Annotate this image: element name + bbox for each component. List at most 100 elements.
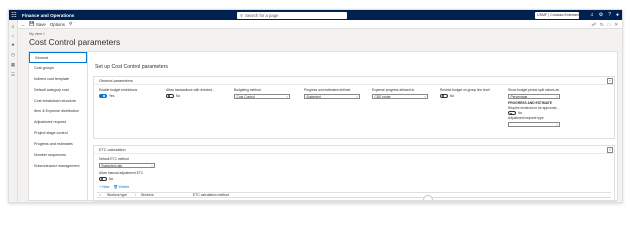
restrict-budget-toggle[interactable]: No	[440, 93, 490, 98]
enable-budget-label: Enable budget restrictions	[99, 88, 138, 92]
enable-budget-toggle[interactable]: Yes	[99, 93, 137, 98]
budgeting-method-select[interactable]: Cost Control ˅	[234, 93, 290, 99]
toggle-switch[interactable]	[99, 176, 107, 181]
view-selector[interactable]: My view ˅	[29, 32, 45, 36]
chevron-down-icon: ˅	[556, 122, 558, 127]
top-icons: ♫ ⚙ ? ●	[590, 10, 619, 20]
close-icon[interactable]: ✕	[614, 22, 618, 28]
view-selector-label: My view	[29, 32, 42, 36]
recent-icon[interactable]: ◷	[11, 52, 15, 58]
user-icon[interactable]: ●	[616, 12, 619, 18]
chevron-down-icon: ˅	[356, 94, 358, 99]
navigation-rail: ≡ ⌂ ★ ◷ ▦ ☰	[9, 20, 18, 202]
select-all-checkbox[interactable]: ○	[99, 193, 101, 198]
restrict-budget-field: Restrict budget on group line level No	[440, 88, 490, 98]
vertical-tabs: General Cost groups Indirect cost templa…	[29, 52, 88, 200]
favorites-icon[interactable]: ★	[11, 42, 15, 48]
delete-button[interactable]: 🗑 Delete	[113, 185, 129, 189]
home-icon[interactable]: ⌂	[12, 33, 15, 38]
restrict-budget-label: Restrict budget on group line level	[440, 88, 490, 92]
app-window: ☷ Finance and Operations ⚲ Search for a …	[8, 9, 623, 203]
tab-cost-groups[interactable]: Cost groups	[29, 63, 87, 74]
chevron-down-icon: ˅	[424, 94, 426, 99]
default-etc-method-field: Default ETC method Budgeted rate ˅	[99, 157, 155, 168]
allow-direct-field: Allow transactions with directed... No	[166, 88, 215, 98]
bell-icon[interactable]: ♫	[590, 12, 594, 18]
popout-icon[interactable]: □	[608, 22, 611, 27]
new-label: New	[102, 185, 110, 189]
find-icon[interactable]: ⚲	[69, 21, 72, 27]
tab-item-expense-distribution[interactable]: Item & Expense distribution	[29, 106, 87, 117]
new-button[interactable]: + New	[99, 185, 109, 189]
allow-direct-toggle[interactable]: No	[166, 93, 215, 98]
options-button[interactable]: Options	[50, 22, 65, 27]
default-etc-method-select[interactable]: Budgeted rate ˅	[99, 162, 155, 168]
save-label: Save	[35, 21, 46, 27]
modules-icon[interactable]: ☰	[11, 72, 15, 78]
scroll-handle[interactable]	[423, 195, 433, 200]
main-panel: Set up Cost Control parameters General p…	[93, 52, 617, 202]
hamburger-icon[interactable]: ≡	[12, 24, 15, 29]
progress-defined-select[interactable]: Budgeted ˅	[304, 93, 360, 99]
allow-direct-label: Allow transactions with directed...	[166, 88, 215, 92]
toggle-value: No	[176, 93, 181, 98]
toggle-switch[interactable]	[166, 93, 174, 98]
tab-number-sequences[interactable]: Number sequences	[29, 150, 87, 161]
workspaces-icon[interactable]: ▦	[11, 62, 15, 68]
chevron-up-icon[interactable]: ˄	[607, 147, 613, 153]
save-button[interactable]: 💾 Save	[29, 21, 45, 27]
general-parameters-title: General parameters	[99, 79, 133, 83]
select-value: Budgeted	[306, 94, 321, 99]
chevron-up-icon[interactable]: ˄	[607, 78, 613, 84]
page-title: Cost Control parameters	[29, 37, 121, 47]
default-etc-method-label: Default ETC method	[99, 157, 129, 161]
require-revisions-toggle[interactable]: No	[508, 111, 560, 116]
gear-icon[interactable]: ⚙	[599, 12, 603, 18]
etc-calculation-title: ETC calculation	[99, 148, 126, 152]
select-value: Percentage	[510, 94, 528, 99]
chevron-down-icon: ˅	[286, 94, 288, 99]
column-etc-calculation-method[interactable]: ETC calculation method	[193, 193, 229, 198]
column-workers-type[interactable]: Workers type	[107, 193, 127, 198]
expense-progress-select[interactable]: CBS roster ˅	[372, 93, 428, 99]
search-icon: ⚲	[240, 12, 244, 18]
top-nav-bar: ☷ Finance and Operations ⚲ Search for a …	[9, 10, 622, 20]
tab-cost-breakdown-structure[interactable]: Cost breakdown structure	[29, 96, 87, 107]
allow-manual-etc-toggle[interactable]: No	[99, 176, 143, 181]
etc-grid-header: ○ Workers type ↑ Workers ETC calculation…	[97, 192, 611, 198]
tab-subcontractor-management[interactable]: Subcontractor management	[29, 161, 87, 172]
tab-default-category-cost[interactable]: Default category cost	[29, 85, 87, 96]
waffle-icon[interactable]: ☷	[9, 10, 19, 20]
filter-icon[interactable]: ↑	[135, 193, 137, 198]
attach-icon[interactable]: ☍	[592, 22, 596, 28]
select-value: Cost Control	[236, 94, 255, 99]
tab-general[interactable]: General	[29, 52, 87, 63]
show-budget-select[interactable]: Percentage ˅	[508, 93, 560, 99]
progress-subheading: PROGRESS AND ESTIMATE	[508, 100, 552, 105]
column-workers[interactable]: Workers	[141, 193, 154, 198]
tab-progress-and-estimates[interactable]: Progress and estimates	[29, 139, 87, 150]
refresh-icon[interactable]: ↻	[600, 22, 604, 28]
tab-project-stage-control[interactable]: Project stage control	[29, 128, 87, 139]
company-selector[interactable]: USMF | Contoso Entertainment Syste...	[535, 11, 579, 19]
tab-indirect-cost-template[interactable]: Indirect cost template	[29, 74, 87, 85]
back-icon[interactable]: ←	[21, 22, 25, 27]
progress-defined-label: Progress and estimates defined	[304, 88, 351, 92]
adjustment-type-label: Adjustment request type	[508, 116, 544, 121]
general-parameters-header[interactable]: General parameters ˄	[94, 77, 614, 85]
tab-adjustment-request[interactable]: Adjustment request	[29, 117, 87, 128]
toggle-switch[interactable]	[99, 93, 107, 98]
delete-label: Delete	[118, 185, 130, 189]
etc-calculation-header[interactable]: ETC calculation ˄	[94, 146, 614, 154]
chevron-down-icon: ˅	[151, 163, 153, 168]
enable-budget-field: Enable budget restrictions Yes	[99, 88, 137, 98]
action-pane-right-icons: ☍ ↻ □ ✕	[592, 20, 618, 29]
allow-manual-etc-label: Allow manual adjustment ETC	[99, 171, 144, 175]
require-revisions-label: Require revisions to be approved...	[508, 105, 560, 110]
help-icon[interactable]: ?	[608, 12, 611, 18]
search-box[interactable]: ⚲ Search for a page	[237, 11, 347, 19]
allow-manual-etc-field: Allow manual adjustment ETC No	[99, 171, 143, 181]
adjustment-type-select[interactable]: ˅	[508, 121, 560, 128]
toggle-switch[interactable]	[440, 93, 448, 98]
toggle-switch[interactable]	[508, 111, 516, 116]
